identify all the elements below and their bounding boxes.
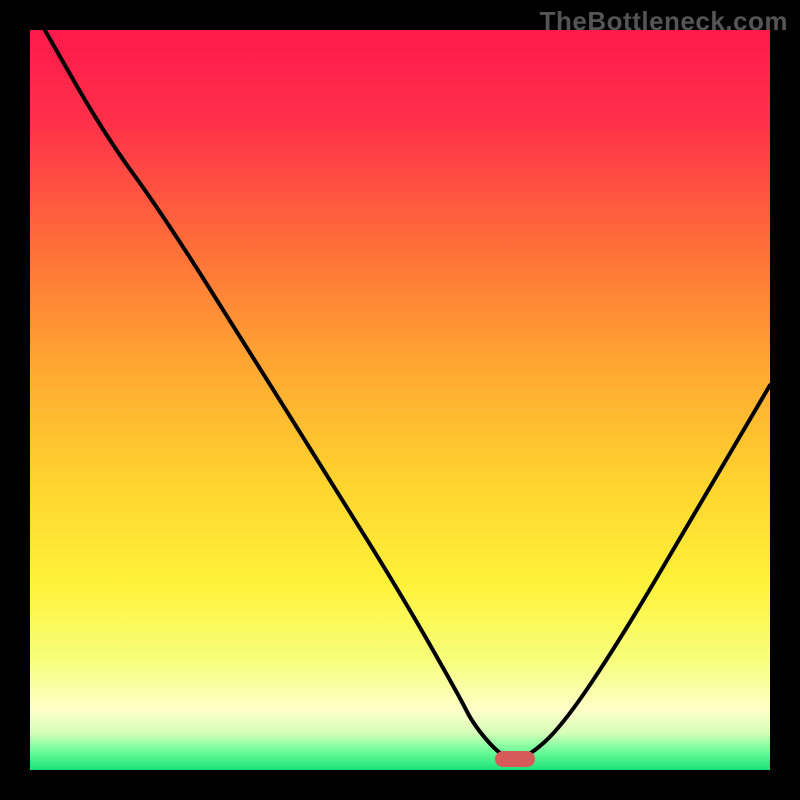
chart-frame: TheBottleneck.com bbox=[0, 0, 800, 800]
watermark-text: TheBottleneck.com bbox=[540, 6, 788, 37]
plot-area bbox=[30, 30, 770, 770]
curve-layer bbox=[30, 30, 770, 770]
optimal-point-marker bbox=[495, 751, 535, 767]
bottleneck-curve bbox=[45, 30, 770, 759]
